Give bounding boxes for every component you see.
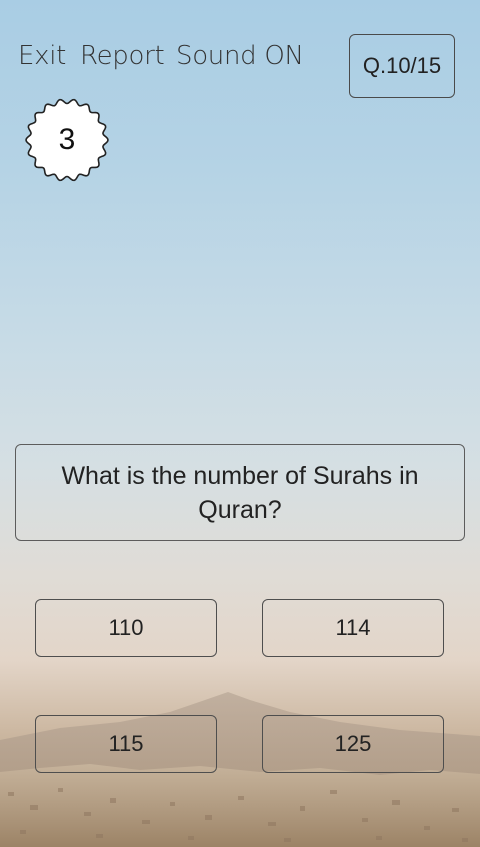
- report-button[interactable]: Report: [80, 36, 165, 76]
- question-text: What is the number of Surahs in Quran?: [61, 461, 419, 524]
- countdown-timer: 3: [24, 97, 110, 183]
- question-counter: Q.10/15: [349, 34, 455, 98]
- answer-button-2[interactable]: 114: [262, 599, 444, 657]
- sound-toggle-button[interactable]: Sound ON: [176, 36, 304, 76]
- answer-button-1[interactable]: 110: [35, 599, 217, 657]
- exit-button[interactable]: Exit: [18, 36, 66, 76]
- answer-button-3[interactable]: 115: [35, 715, 217, 773]
- question-box: What is the number of Surahs in Quran?: [15, 444, 465, 541]
- answer-button-4[interactable]: 125: [262, 715, 444, 773]
- timer-value: 3: [58, 123, 76, 156]
